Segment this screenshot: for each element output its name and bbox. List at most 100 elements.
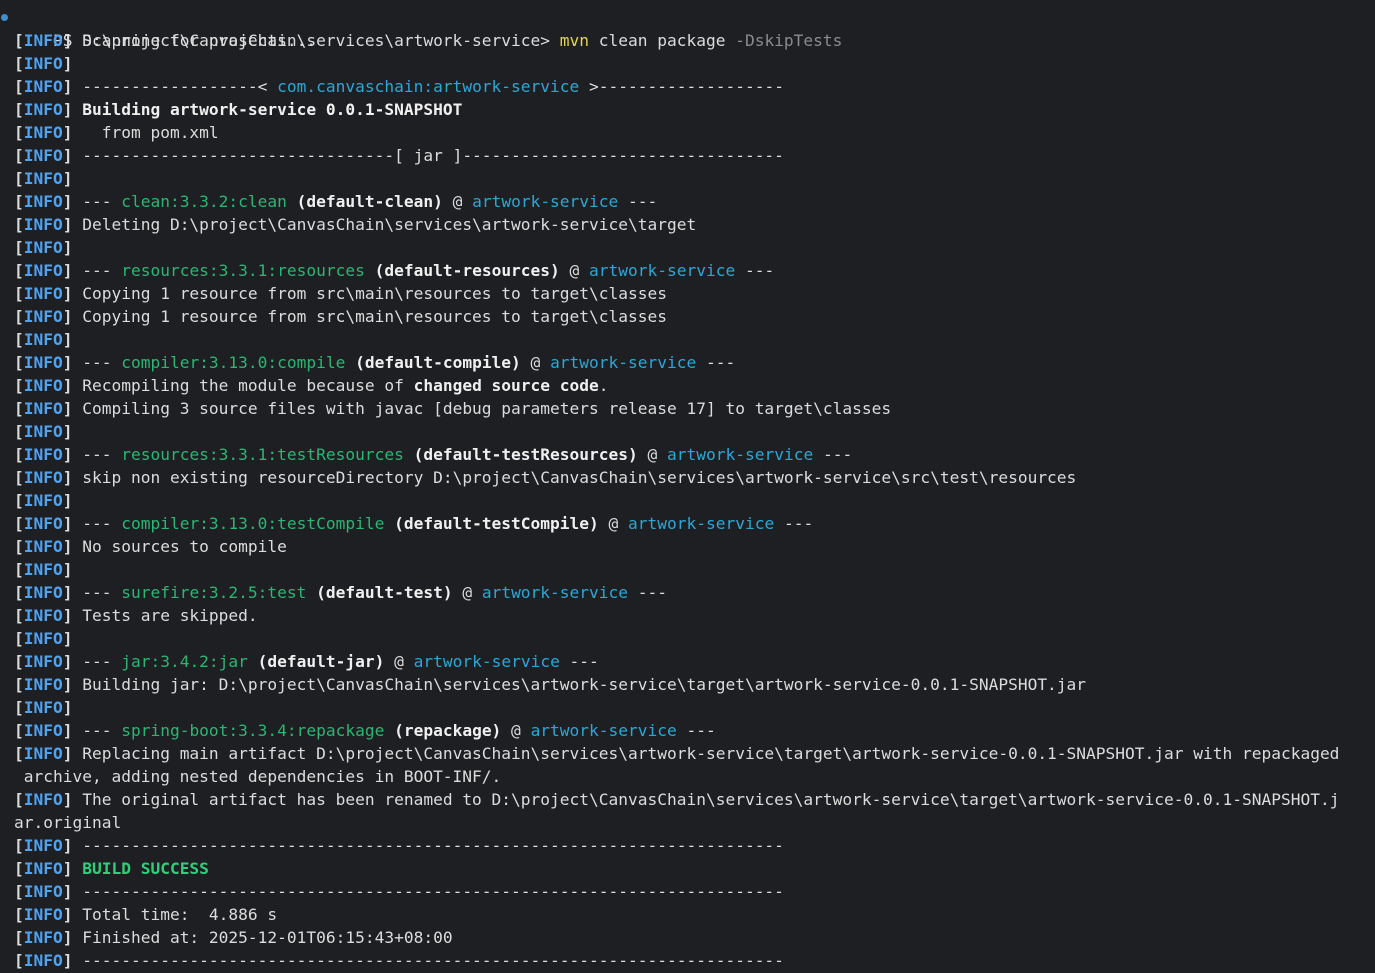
- info-tag: [INFO]: [14, 376, 82, 395]
- log-line: [INFO] --------------------------------[…: [0, 144, 1375, 167]
- info-tag-open: [: [14, 215, 24, 234]
- info-tag: [INFO]: [14, 330, 82, 349]
- log-segment-default: ---: [82, 353, 122, 372]
- info-tag-open: [: [14, 376, 24, 395]
- info-tag-label: INFO: [23, 307, 63, 326]
- log-line: [INFO] --- spring-boot:3.3.4:repackage (…: [0, 719, 1375, 742]
- log-line: [INFO] Compiling 3 source files with jav…: [0, 397, 1375, 420]
- log-segment-default: ---: [628, 583, 667, 602]
- info-tag-label: INFO: [23, 422, 63, 441]
- info-tag-open: [: [14, 537, 24, 556]
- log-segment-default: @: [384, 652, 414, 671]
- info-tag: [INFO]: [14, 514, 82, 533]
- info-tag: [INFO]: [14, 583, 82, 602]
- info-tag-label: INFO: [23, 192, 63, 211]
- info-tag-close: ]: [62, 606, 83, 625]
- info-tag-label: INFO: [23, 353, 63, 372]
- log-line: [INFO]: [0, 696, 1375, 719]
- info-tag-open: [: [14, 560, 24, 579]
- info-tag: [INFO]: [14, 238, 82, 257]
- log-segment-default: ---: [82, 261, 122, 280]
- log-segment-artifact: artwork-service: [589, 261, 736, 280]
- log-segment-artifact: artwork-service: [472, 192, 619, 211]
- info-tag-open: [: [14, 905, 24, 924]
- log-segment-default: @: [598, 514, 629, 533]
- info-tag-label: INFO: [23, 491, 63, 510]
- log-segment-bold: (default-compile): [345, 353, 521, 372]
- info-tag-label: INFO: [23, 882, 63, 901]
- log-segment-success: BUILD SUCCESS: [82, 859, 209, 878]
- info-tag-open: [: [14, 123, 24, 142]
- info-tag-open: [: [14, 629, 24, 648]
- log-segment-artifact: artwork-service: [413, 652, 560, 671]
- log-segment-default: ---: [82, 652, 122, 671]
- log-segment-default: from pom.xml: [82, 123, 219, 142]
- info-tag-open: [: [14, 744, 24, 763]
- info-tag-label: INFO: [23, 261, 63, 280]
- info-tag-open: [: [14, 606, 24, 625]
- info-tag-open: [: [14, 422, 24, 441]
- info-tag: [INFO]: [14, 284, 82, 303]
- log-line: [INFO]: [0, 328, 1375, 351]
- info-tag-close: ]: [62, 445, 83, 464]
- info-tag-close: ]: [62, 491, 83, 510]
- info-tag-close: ]: [62, 146, 83, 165]
- log-segment-default: ---: [82, 583, 122, 602]
- log-segment-artifact: com.canvaschain:artwork-service: [277, 77, 580, 96]
- log-segment-default: @: [452, 583, 482, 602]
- log-line: [INFO] Scanning for projects...: [0, 29, 1375, 52]
- info-tag-close: ]: [62, 192, 83, 211]
- log-segment-default: Compiling 3 source files with javac [deb…: [82, 399, 892, 418]
- log-line: [INFO] BUILD SUCCESS: [0, 857, 1375, 880]
- log-line: [INFO] --- compiler:3.13.0:compile (defa…: [0, 351, 1375, 374]
- info-tag-close: ]: [62, 583, 83, 602]
- info-tag: [INFO]: [14, 698, 82, 717]
- log-line: [INFO]: [0, 489, 1375, 512]
- log-segment-default: @: [637, 445, 668, 464]
- info-tag-label: INFO: [23, 284, 63, 303]
- info-tag-label: INFO: [23, 629, 63, 648]
- info-tag-open: [: [14, 399, 24, 418]
- log-segment-artifact: artwork-service: [481, 583, 629, 602]
- log-segment-default: ----------------------------------------…: [82, 882, 784, 901]
- info-tag-label: INFO: [23, 100, 63, 119]
- info-tag-close: ]: [62, 675, 83, 694]
- info-tag: [INFO]: [14, 215, 82, 234]
- info-tag-label: INFO: [23, 514, 63, 533]
- info-tag-label: INFO: [23, 54, 63, 73]
- log-line: [INFO] from pom.xml: [0, 121, 1375, 144]
- info-tag-open: [: [14, 583, 24, 602]
- log-segment-default: @: [520, 353, 551, 372]
- info-tag-label: INFO: [23, 698, 63, 717]
- log-segment-default: The original artifact has been renamed t…: [82, 790, 1340, 809]
- log-line: [INFO] --- resources:3.3.1:resources (de…: [0, 259, 1375, 282]
- info-tag-close: ]: [62, 77, 83, 96]
- info-tag-label: INFO: [23, 652, 63, 671]
- info-tag-close: ]: [62, 790, 83, 809]
- terminal-output[interactable]: PS D:\project\CanvasChain\services\artwo…: [0, 0, 1375, 973]
- info-tag-close: ]: [62, 744, 83, 763]
- info-tag-close: ]: [62, 284, 83, 303]
- log-segment-default: ---: [696, 353, 736, 372]
- log-line: [INFO] Building jar: D:\project\CanvasCh…: [0, 673, 1375, 696]
- info-tag-close: ]: [62, 31, 83, 50]
- command-status-dot-icon: [1, 14, 8, 21]
- log-segment-plugin: compiler:3.13.0:compile: [121, 353, 346, 372]
- log-segment-default: ---: [618, 192, 658, 211]
- build-log: [INFO] Scanning for projects... [INFO] [I…: [0, 29, 1375, 972]
- log-segment-default: ---: [82, 192, 122, 211]
- info-tag-label: INFO: [23, 905, 63, 924]
- info-tag: [INFO]: [14, 928, 82, 947]
- info-tag-label: INFO: [23, 468, 63, 487]
- log-segment-artifact: artwork-service: [530, 721, 677, 740]
- info-tag-label: INFO: [23, 399, 63, 418]
- log-line: [INFO] --- resources:3.3.1:testResources…: [0, 443, 1375, 466]
- log-segment-plugin: clean:3.3.2:clean: [121, 192, 287, 211]
- log-segment-default: No sources to compile: [82, 537, 287, 556]
- log-segment-default: Finished at: 2025-12-01T06:15:43+08:00: [82, 928, 453, 947]
- log-segment-default: Copying 1 resource from src\main\resourc…: [82, 307, 667, 326]
- info-tag-label: INFO: [23, 31, 63, 50]
- log-line: [INFO] Copying 1 resource from src\main\…: [0, 305, 1375, 328]
- log-segment-default: ---: [813, 445, 853, 464]
- info-tag-label: INFO: [23, 744, 63, 763]
